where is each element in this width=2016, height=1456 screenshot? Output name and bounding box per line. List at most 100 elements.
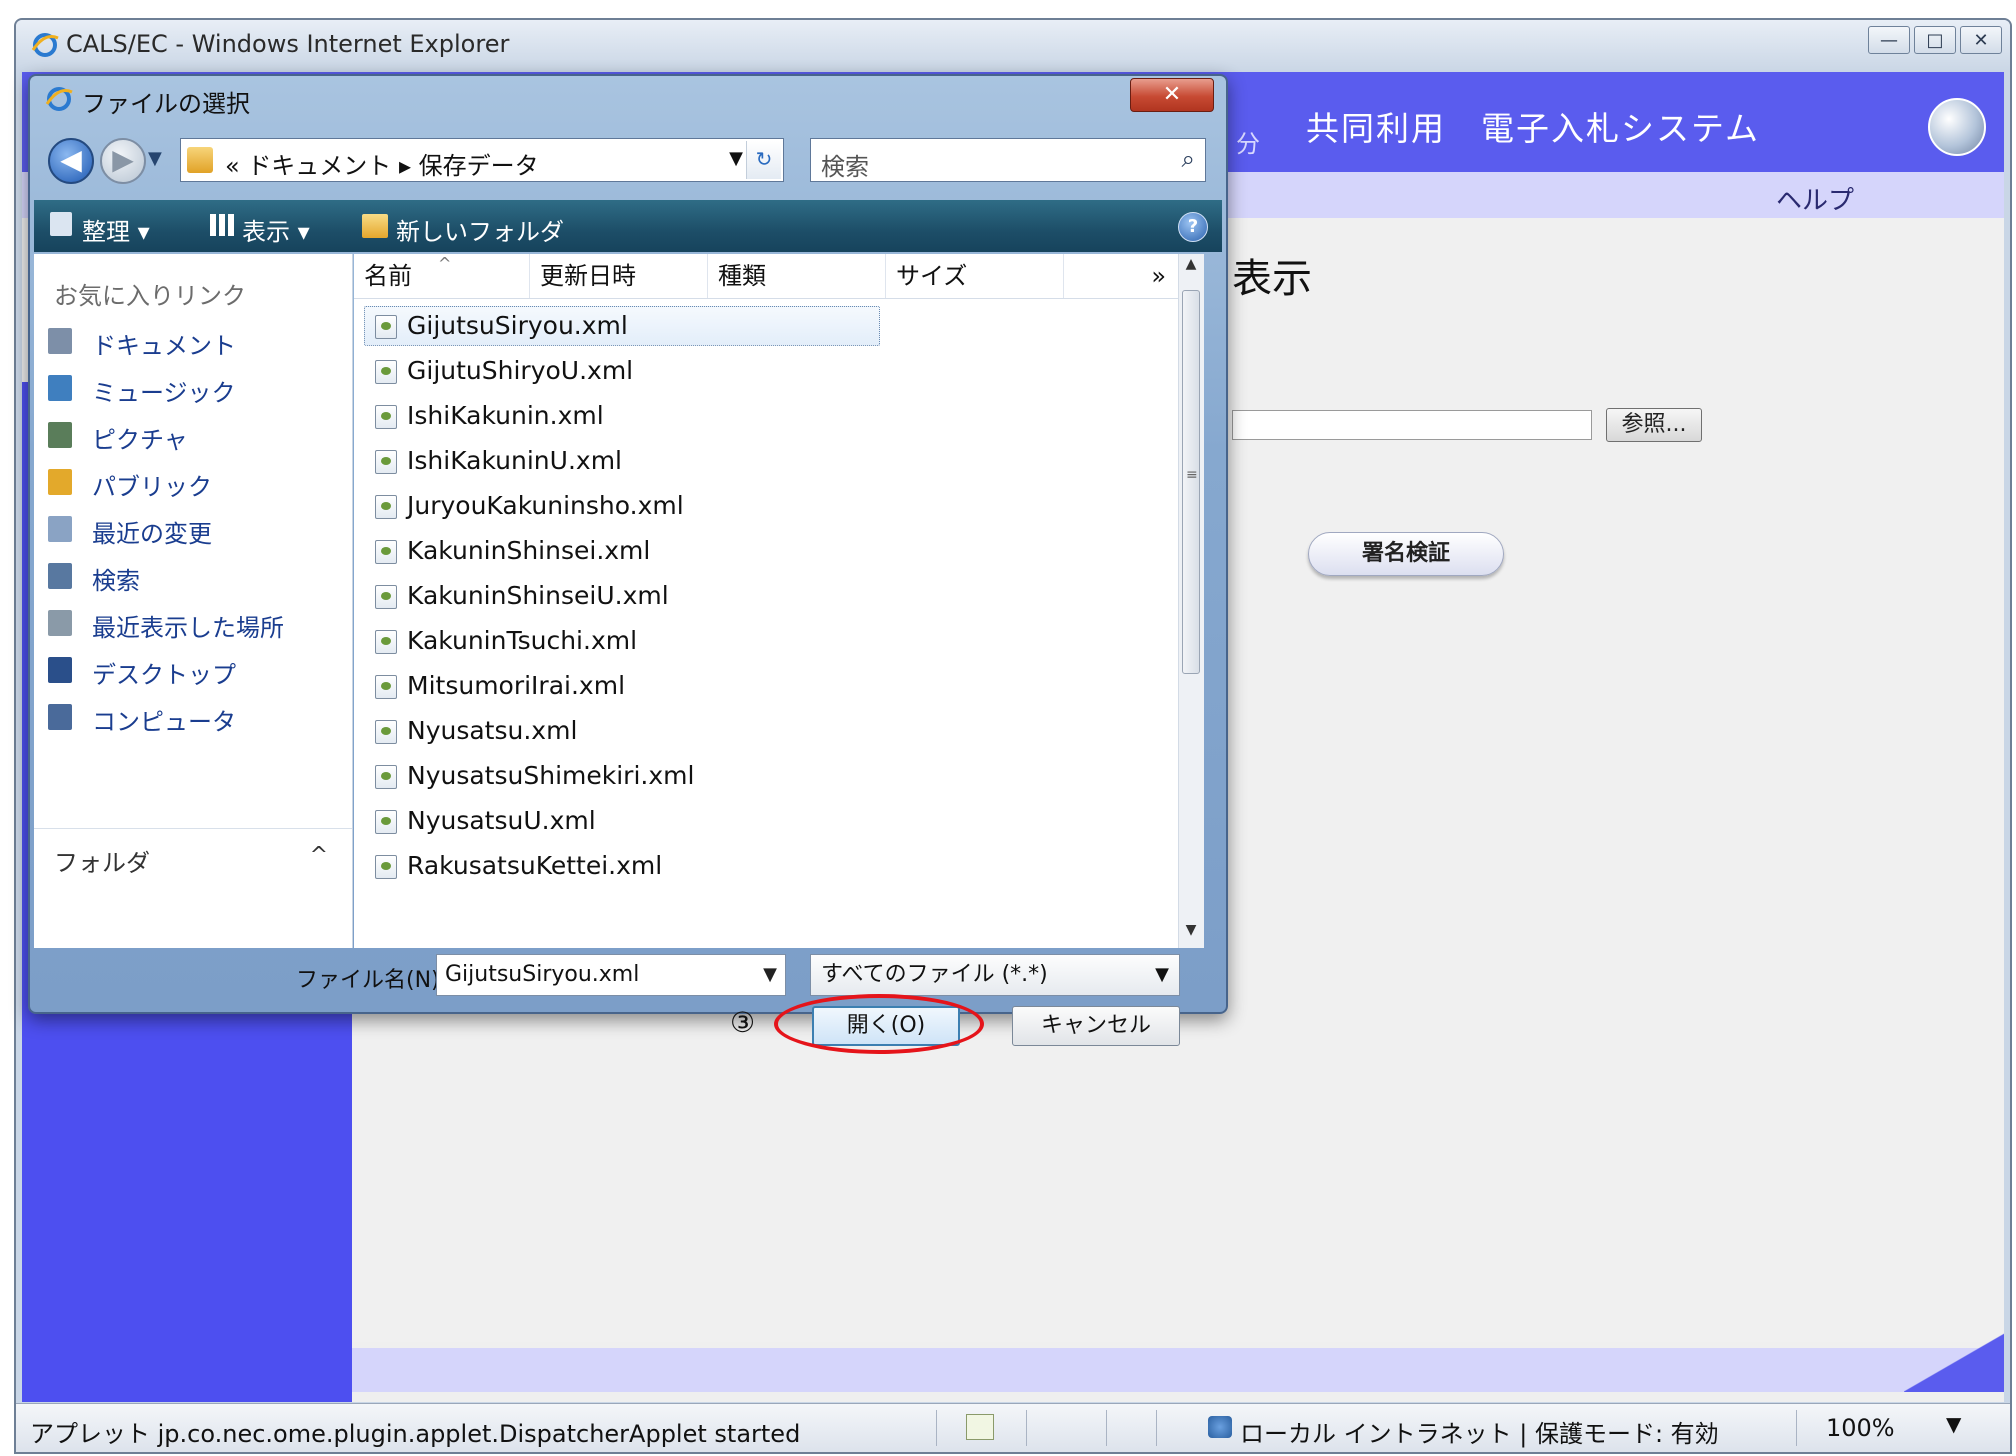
file-row-frame: KakuninShinsei.xml — [364, 531, 880, 571]
internet-explorer-icon — [45, 87, 73, 111]
file-row-frame: IshiKakunin.xml — [364, 396, 880, 436]
xml-file-icon — [375, 765, 397, 789]
scroll-grip-icon: ≡ — [1186, 467, 1198, 483]
new-folder-button[interactable]: 新しいフォルダ — [396, 212, 564, 247]
address-bar[interactable]: « ドキュメント ▸ 保存データ ▼ ↻ — [180, 138, 784, 182]
cancel-button[interactable]: キャンセル — [1012, 1006, 1180, 1046]
favorite-label: パブリック — [92, 473, 212, 501]
xml-file-icon — [375, 540, 397, 564]
file-name: RakusatsuKettei.xml — [407, 851, 663, 880]
address-dropdown-icon[interactable]: ▼ — [729, 148, 743, 169]
favorite-link-desktop[interactable]: デスクトップ — [46, 651, 342, 691]
verify-signature-button[interactable]: 署名検証 — [1308, 532, 1504, 576]
refresh-icon[interactable]: ↻ — [746, 141, 781, 179]
file-row[interactable]: Nyusatsu.xml — [364, 709, 1174, 754]
file-name: JuryouKakuninsho.xml — [407, 491, 684, 520]
dialog-toolbar: 整理 ▾ 表示 ▾ 新しいフォルダ ? — [34, 200, 1222, 252]
scroll-down-icon[interactable]: ▼ — [1179, 922, 1203, 946]
scroll-thumb[interactable]: ≡ — [1182, 290, 1200, 674]
file-select-dialog: ファイルの選択 ✕ ◀ ▶ ▼ « ドキュメント ▸ 保存データ ▼ ↻ 検索 … — [28, 74, 1228, 1054]
column-header-size[interactable]: サイズ — [886, 254, 1064, 298]
filename-dropdown-icon[interactable]: ▼ — [763, 955, 777, 995]
recent-changes-icon — [48, 516, 72, 542]
xml-file-icon — [375, 630, 397, 654]
favorite-link-recent-changes[interactable]: 最近の変更 — [46, 510, 342, 550]
file-row[interactable]: GijutuShiryoU.xml — [364, 349, 1174, 394]
filetype-dropdown-icon[interactable]: ▼ — [1155, 955, 1169, 995]
file-row-frame: RakusatsuKettei.xml — [364, 846, 880, 886]
favorite-link-search[interactable]: 検索 — [46, 557, 342, 597]
search-input[interactable]: 検索 ⌕ — [810, 138, 1206, 182]
forward-arrow-icon[interactable]: ▶ — [100, 138, 146, 184]
help-icon[interactable]: ? — [1178, 212, 1208, 242]
favorite-label: 検索 — [92, 567, 140, 595]
favorite-link-pictures[interactable]: ピクチャ — [46, 416, 342, 456]
page-footer-accent — [1904, 1332, 2004, 1392]
file-name: IshiKakunin.xml — [407, 401, 604, 430]
file-row[interactable]: NyusatsuShimekiri.xml — [364, 754, 1174, 799]
address-breadcrumb[interactable]: « ドキュメント ▸ 保存データ — [225, 146, 539, 181]
file-row-frame: IshiKakuninU.xml — [364, 441, 880, 481]
page-heading: 表示 — [1232, 256, 1312, 302]
file-name: GijutuShiryoU.xml — [407, 356, 634, 385]
page-status-icon[interactable] — [966, 1414, 994, 1440]
file-row[interactable]: GijutsuSiryou.xml — [364, 304, 1174, 349]
column-label: 更新日時 — [540, 262, 636, 290]
back-arrow-icon[interactable]: ◀ — [48, 138, 94, 184]
file-path-input[interactable] — [1232, 410, 1592, 440]
folders-label: フォルダ — [54, 849, 150, 877]
xml-file-icon — [375, 315, 397, 339]
favorites-pane: お気に入りリンク ドキュメント ミュージック ピクチャ パブリック 最近の変更 … — [34, 254, 353, 948]
file-row[interactable]: IshiKakunin.xml — [364, 394, 1174, 439]
search-folder-icon — [48, 563, 72, 589]
file-row[interactable]: IshiKakuninU.xml — [364, 439, 1174, 484]
xml-file-icon — [375, 495, 397, 519]
file-row[interactable]: KakuninShinsei.xml — [364, 529, 1174, 574]
file-list-scrollbar[interactable]: ▲ ≡ ▼ — [1178, 254, 1204, 948]
file-row[interactable]: NyusatsuU.xml — [364, 799, 1174, 844]
dialog-close-button[interactable]: ✕ — [1130, 78, 1214, 112]
favorite-link-music[interactable]: ミュージック — [46, 369, 342, 409]
favorite-link-public[interactable]: パブリック — [46, 463, 342, 503]
file-row[interactable]: KakuninShinseiU.xml — [364, 574, 1174, 619]
search-icon[interactable]: ⌕ — [1182, 145, 1195, 173]
file-name: IshiKakuninU.xml — [407, 446, 622, 475]
close-button[interactable]: ✕ — [1960, 26, 2002, 54]
file-name: KakuninShinseiU.xml — [407, 581, 669, 610]
favorite-link-recent-places[interactable]: 最近表示した場所 — [46, 604, 342, 644]
filetype-select[interactable]: すべてのファイル (*.*) ▼ — [810, 954, 1180, 996]
file-row[interactable]: RakusatsuKettei.xml — [364, 844, 1174, 889]
security-zone-text[interactable]: ローカル イントラネット | 保護モード: 有効 — [1240, 1414, 1719, 1449]
scroll-up-icon[interactable]: ▲ — [1179, 256, 1203, 280]
organize-menu[interactable]: 整理 ▾ — [82, 212, 150, 247]
favorite-label: ピクチャ — [92, 426, 188, 454]
column-header-name[interactable]: 名前 ^ — [354, 254, 530, 298]
column-header-type[interactable]: 種類 — [708, 254, 886, 298]
help-link[interactable]: ヘルプ — [1776, 180, 1854, 217]
new-folder-icon — [362, 214, 388, 238]
file-row[interactable]: MitsumoriIrai.xml — [364, 664, 1174, 709]
more-columns-icon[interactable]: » — [1151, 254, 1166, 298]
chevron-up-icon[interactable]: ^ — [310, 843, 328, 868]
file-row[interactable]: JuryouKakuninsho.xml — [364, 484, 1174, 529]
file-rows: GijutsuSiryou.xml GijutuShiryoU.xml IshiKa… — [364, 304, 1174, 889]
browse-button[interactable]: 参照... — [1606, 408, 1702, 442]
file-row[interactable]: KakuninTsuchi.xml — [364, 619, 1174, 664]
file-row-frame: Nyusatsu.xml — [364, 711, 880, 751]
history-dropdown-icon[interactable]: ▼ — [148, 148, 162, 169]
favorite-link-computer[interactable]: コンピュータ — [46, 698, 342, 738]
minimize-button[interactable]: — — [1868, 26, 1910, 54]
zoom-level[interactable]: 100% — [1826, 1414, 1895, 1442]
zoom-dropdown-icon[interactable]: ▼ — [1946, 1412, 1961, 1436]
file-row-frame: JuryouKakuninsho.xml — [364, 486, 880, 526]
folders-section[interactable]: フォルダ ^ — [34, 828, 352, 889]
filename-input[interactable]: GijutsuSiryou.xml ▼ — [436, 954, 786, 996]
maximize-button[interactable]: □ — [1914, 26, 1956, 54]
window-controls: — □ ✕ — [1868, 26, 2002, 54]
views-menu[interactable]: 表示 ▾ — [242, 212, 310, 247]
file-name: GijutsuSiryou.xml — [407, 311, 628, 340]
xml-file-icon — [375, 720, 397, 744]
favorite-link-documents[interactable]: ドキュメント — [46, 322, 342, 362]
column-header-modified[interactable]: 更新日時 — [530, 254, 708, 298]
xml-file-icon — [375, 450, 397, 474]
